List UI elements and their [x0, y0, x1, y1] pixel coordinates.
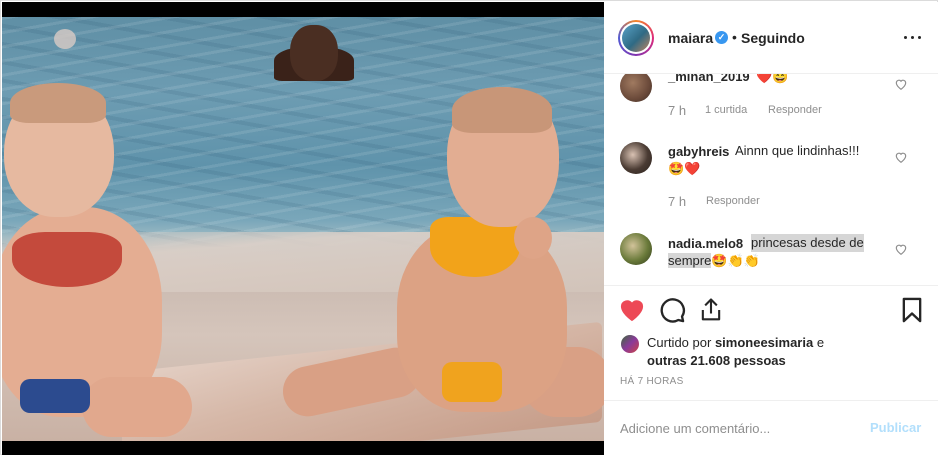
- photo-image: [2, 17, 604, 441]
- share-icon[interactable]: [697, 296, 725, 324]
- comment-bubble-icon[interactable]: [658, 296, 686, 324]
- comments-list[interactable]: _minan_2019 ❤️😄 7 h 1 curtida Responder …: [604, 74, 938, 285]
- photo-letterbox-bottom: [2, 441, 604, 455]
- comment-like-heart-icon[interactable]: [894, 77, 908, 91]
- author-avatar[interactable]: [618, 20, 654, 56]
- baby-right-hair: [452, 87, 552, 133]
- baby-left-swimsuit-top: [12, 232, 122, 287]
- comment-text-continued: sempre🤩👏👏: [668, 253, 760, 268]
- baby-right-hand: [514, 217, 552, 259]
- distant-swimmer: [54, 29, 76, 49]
- baby-left-leg: [82, 377, 192, 437]
- comment-text: Ainnn que lindinhas!!!: [735, 143, 860, 158]
- header-separator: •: [732, 29, 737, 45]
- heart-filled-icon[interactable]: [618, 296, 646, 324]
- post-timestamp[interactable]: HÁ 7 HORAS: [620, 376, 684, 387]
- photo-letterbox-top: [2, 2, 604, 17]
- likes-summary: Curtido por simoneesimaria e outras 21.6…: [604, 332, 938, 382]
- follow-status-button[interactable]: Seguindo: [741, 30, 805, 46]
- comment-like-count[interactable]: 1 curtida: [705, 104, 747, 116]
- comment-reply-button[interactable]: Responder: [706, 195, 760, 207]
- post-modal: maiara ✓ • Seguindo _minan_2019 ❤️😄 7 h …: [0, 0, 938, 455]
- swimmer-head: [290, 25, 338, 81]
- more-options-icon[interactable]: [902, 26, 924, 48]
- comment-input[interactable]: [620, 418, 860, 438]
- comment-emojis: ❤️😄: [756, 74, 789, 84]
- publish-button[interactable]: Publicar: [870, 420, 921, 435]
- comment-time[interactable]: 7 h: [668, 103, 686, 118]
- baby-right-swimsuit-bottom: [442, 362, 502, 402]
- comment-avatar[interactable]: [620, 74, 652, 102]
- post-actions: [604, 285, 938, 333]
- post-header: maiara ✓ • Seguindo: [604, 2, 938, 74]
- comment-reply-button[interactable]: Responder: [768, 104, 822, 116]
- comment-avatar[interactable]: [620, 233, 652, 265]
- comment-emojis: 🤩❤️: [668, 161, 701, 176]
- comment-like-heart-icon[interactable]: [894, 242, 908, 256]
- comment-username[interactable]: gabyhreis: [668, 144, 729, 159]
- post-sidebar: maiara ✓ • Seguindo _minan_2019 ❤️😄 7 h …: [604, 2, 938, 455]
- baby-left-hair: [10, 83, 106, 123]
- verified-badge-icon: ✓: [715, 31, 728, 44]
- likes-count-link[interactable]: outras 21.608 pessoas: [647, 353, 786, 368]
- post-photo[interactable]: [2, 2, 604, 455]
- liker-username[interactable]: simoneesimaria: [715, 335, 813, 350]
- comment-avatar[interactable]: [620, 142, 652, 174]
- comment-text: princesas desde de: [751, 234, 864, 252]
- author-username[interactable]: maiara: [668, 30, 713, 46]
- bookmark-icon[interactable]: [898, 296, 926, 324]
- comment-time[interactable]: 7 h: [668, 194, 686, 209]
- comment-like-heart-icon[interactable]: [894, 150, 908, 164]
- liker-avatar[interactable]: [620, 334, 640, 354]
- comment-username[interactable]: _minan_2019: [668, 74, 750, 84]
- likes-text: Curtido por simoneesimaria e outras 21.6…: [647, 335, 825, 368]
- comment-username[interactable]: nadia.melo8: [668, 236, 743, 251]
- baby-left-swimsuit-bottom: [20, 379, 90, 413]
- add-comment-bar: Publicar: [604, 400, 938, 455]
